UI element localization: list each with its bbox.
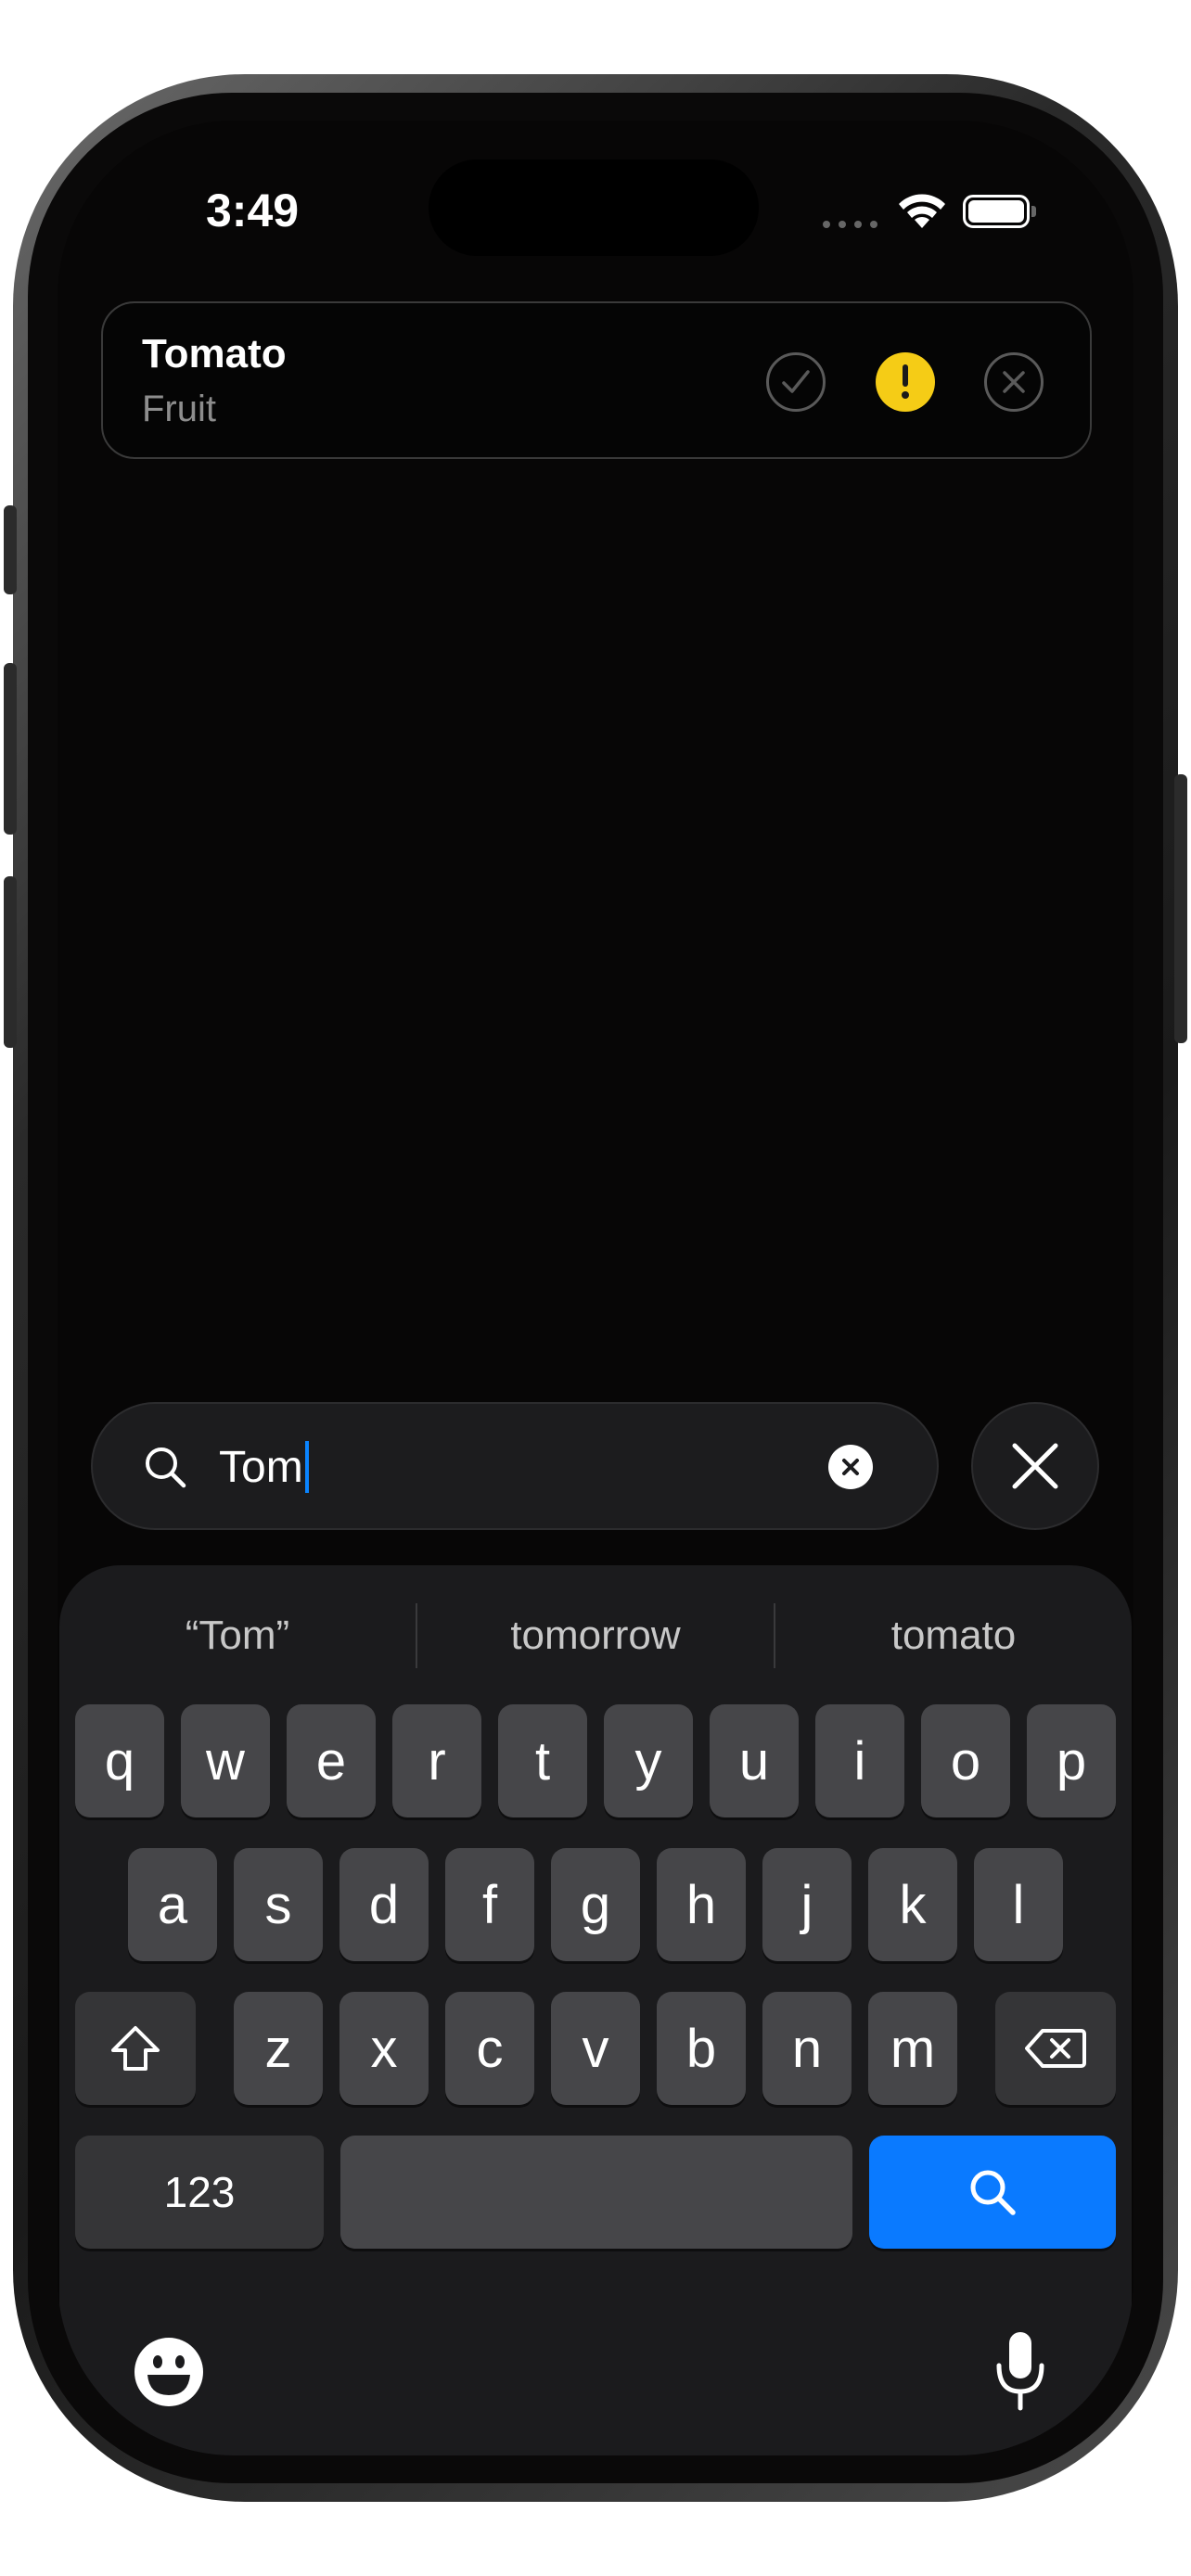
key-w[interactable]: w [181,1704,270,1817]
key-g[interactable]: g [551,1848,640,1961]
emoji-icon[interactable] [132,2335,206,2409]
checkmark-circle-icon[interactable] [766,352,826,412]
status-time: 3:49 [206,185,300,236]
suggestion-item[interactable]: “Tom” [59,1599,416,1673]
key-z[interactable]: z [234,1992,323,2105]
wifi-icon [899,194,945,228]
search-icon [146,1447,186,1488]
key-u[interactable]: u [710,1704,799,1817]
key-y[interactable]: y [604,1704,693,1817]
volume-up-button [4,663,17,835]
key-j[interactable]: j [762,1848,852,1961]
keyboard: “Tom” tomorrow tomato q w e r t y u i o … [59,1565,1132,2455]
search-key[interactable] [869,2136,1116,2249]
dynamic-island [429,159,759,256]
key-h[interactable]: h [657,1848,746,1961]
key-l[interactable]: l [974,1848,1063,1961]
key-r[interactable]: r [392,1704,481,1817]
key-f[interactable]: f [445,1848,534,1961]
close-icon[interactable] [971,1402,1099,1530]
suggestion-item[interactable]: tomato [775,1599,1132,1673]
key-v[interactable]: v [551,1992,640,2105]
key-b[interactable]: b [657,1992,746,2105]
key-p[interactable]: p [1027,1704,1116,1817]
delete-icon [1025,2029,1086,2068]
battery-icon [963,195,1030,228]
delete-key[interactable] [995,1992,1116,2105]
numbers-key[interactable]: 123 [75,2136,324,2249]
space-key[interactable] [340,2136,852,2249]
search-input[interactable]: Tom [91,1402,939,1530]
screen: 3:49 Tomato Fruit Tom “Tom” tomorrow tom… [58,121,1133,2455]
key-k[interactable]: k [868,1848,957,1961]
search-query: Tom [219,1441,309,1493]
microphone-icon[interactable] [992,2327,1048,2417]
key-s[interactable]: s [234,1848,323,1961]
predictive-bar: “Tom” tomorrow tomato [59,1599,1132,1673]
key-i[interactable]: i [815,1704,904,1817]
suggestion-item[interactable]: tomorrow [417,1599,774,1673]
search-query-text: Tom [219,1442,303,1492]
text-cursor [304,1441,309,1493]
item-card[interactable]: Tomato Fruit [101,301,1092,459]
key-d[interactable]: d [339,1848,429,1961]
item-subtitle: Fruit [142,389,216,429]
key-c[interactable]: c [445,1992,534,2105]
shift-icon [111,2026,160,2071]
key-n[interactable]: n [762,1992,852,2105]
power-button [1174,774,1187,1043]
exclamation-icon[interactable] [876,352,935,412]
volume-down-button [4,876,17,1048]
battery-cap [1031,206,1036,217]
key-m[interactable]: m [868,1992,957,2105]
key-e[interactable]: e [287,1704,376,1817]
clear-icon[interactable] [828,1445,873,1489]
shift-key[interactable] [75,1992,196,2105]
key-q[interactable]: q [75,1704,164,1817]
action-button [4,505,17,594]
key-x[interactable]: x [339,1992,429,2105]
xmark-circle-icon[interactable] [984,352,1044,412]
cellular-signal-icon [823,221,877,228]
key-t[interactable]: t [498,1704,587,1817]
key-a[interactable]: a [128,1848,217,1961]
item-title: Tomato [142,331,287,376]
key-o[interactable]: o [921,1704,1010,1817]
search-key-icon [970,2170,1016,2215]
